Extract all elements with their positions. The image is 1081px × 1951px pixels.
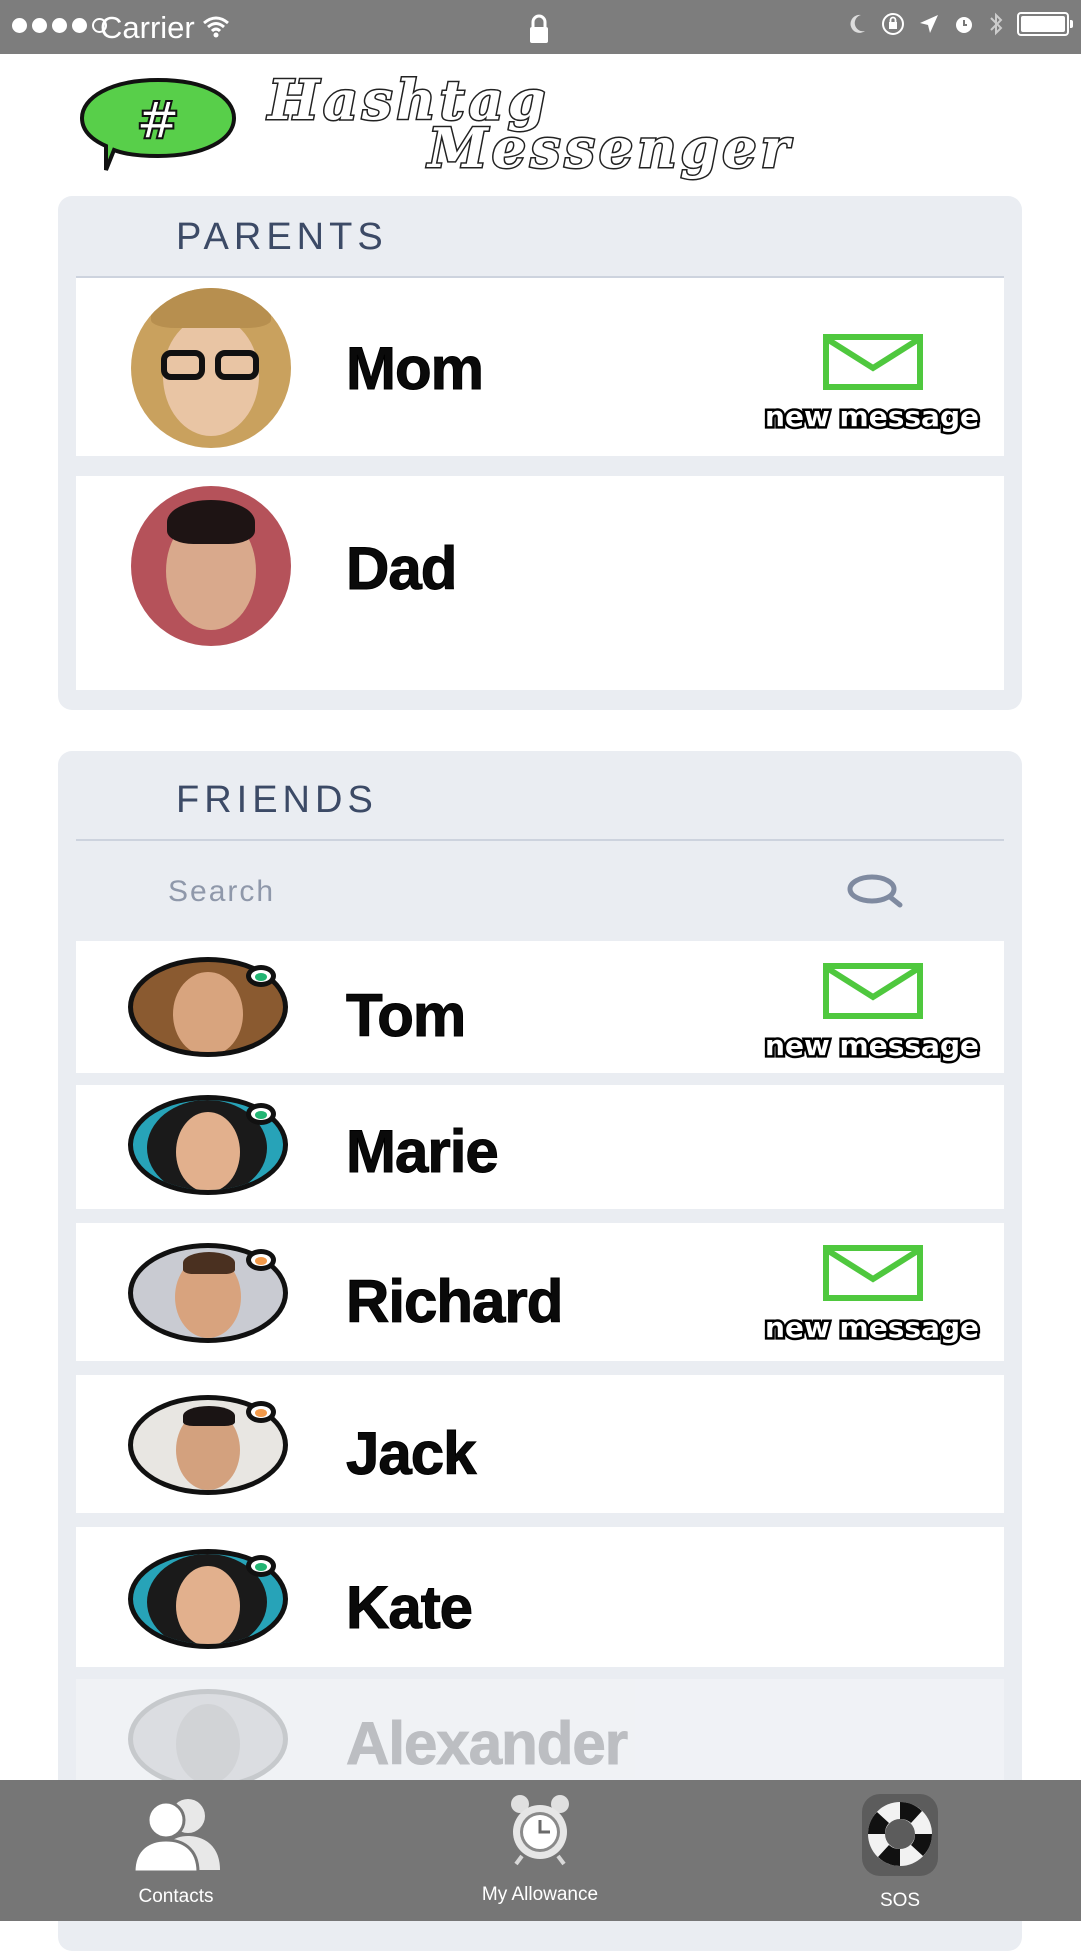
avatar	[131, 486, 291, 646]
tab-bar: Contacts My Allowance SOS	[0, 1780, 1081, 1921]
tab-contacts[interactable]: Contacts	[26, 1780, 326, 1921]
contact-row-dad[interactable]: Dad	[76, 476, 1004, 690]
wifi-icon	[203, 16, 229, 38]
status-dot-fill	[255, 1409, 267, 1417]
tab-label: Contacts	[138, 1886, 214, 1907]
new-message-label: new message	[763, 1027, 982, 1065]
away-status-dot	[246, 1401, 276, 1423]
logo-title-line2: Messenger	[426, 115, 794, 182]
friends-section: FRIENDS Tom new message Marie	[58, 751, 1022, 1951]
search-bar	[76, 843, 1004, 939]
hashtag-bubble-icon: #	[79, 77, 237, 171]
new-message-indicator[interactable]: new message	[762, 963, 982, 1073]
logo-hashtag-symbol: #	[136, 91, 180, 151]
contacts-icon	[132, 1799, 220, 1872]
online-status-dot	[246, 1555, 276, 1577]
contact-name: Tom	[345, 982, 466, 1050]
contact-row-jack[interactable]: Jack	[76, 1375, 1004, 1513]
section-divider	[76, 839, 1004, 841]
contact-name: Jack	[345, 1420, 476, 1488]
contact-name: Kate	[345, 1574, 473, 1642]
alarm-icon	[956, 17, 972, 33]
envelope-icon	[823, 1245, 923, 1301]
parents-section: PARENTS Mom new message Dad	[58, 196, 1022, 710]
carrier-label: Carrier	[100, 10, 195, 45]
tab-sos[interactable]: SOS	[750, 1780, 1050, 1921]
lifebuoy-icon	[862, 1794, 938, 1876]
section-title-friends: FRIENDS	[176, 779, 378, 821]
battery-icon	[1017, 12, 1073, 36]
envelope-icon	[823, 963, 923, 1019]
avatar	[128, 1689, 288, 1789]
rotation-lock-icon	[882, 13, 904, 35]
online-status-dot	[246, 1103, 276, 1125]
contact-name: Dad	[345, 535, 457, 603]
tab-my-allowance[interactable]: My Allowance	[390, 1780, 690, 1921]
signal-strength-icon	[12, 18, 107, 33]
new-message-indicator[interactable]: new message	[762, 334, 982, 444]
search-input[interactable]	[166, 871, 770, 913]
contact-row-mom[interactable]: Mom new message	[76, 278, 1004, 456]
contact-row-kate[interactable]: Kate	[76, 1527, 1004, 1667]
contact-name: Marie	[346, 1118, 500, 1186]
contact-name: Mom	[346, 335, 485, 403]
status-bar: Carrier	[0, 0, 1081, 54]
tab-label: SOS	[879, 1890, 921, 1911]
avatar	[131, 288, 291, 448]
status-dot-fill	[255, 1563, 267, 1571]
app-logo: # Hashtag Messenger	[78, 67, 1008, 182]
alarm-clock-icon	[511, 1795, 569, 1866]
new-message-label: new message	[763, 398, 982, 436]
envelope-icon	[823, 334, 923, 390]
contact-row-marie[interactable]: Marie	[76, 1085, 1004, 1209]
search-icon[interactable]	[846, 873, 904, 909]
tab-label: My Allowance	[481, 1884, 599, 1905]
status-dot-fill	[255, 1111, 267, 1119]
contact-name: Alexander	[345, 1710, 628, 1778]
orientation-lock-icon	[530, 14, 548, 43]
status-dot-fill	[255, 973, 267, 981]
away-status-dot	[246, 1249, 276, 1271]
bluetooth-icon	[990, 12, 1003, 36]
location-arrow-icon	[920, 15, 938, 33]
status-dot-fill	[255, 1257, 267, 1265]
contact-row-tom[interactable]: Tom new message	[76, 941, 1004, 1073]
new-message-label: new message	[763, 1309, 982, 1347]
section-title-parents: PARENTS	[176, 216, 388, 258]
moon-icon	[850, 14, 865, 33]
new-message-indicator[interactable]: new message	[762, 1245, 982, 1355]
contact-row-richard[interactable]: Richard new message	[76, 1223, 1004, 1361]
online-status-dot	[246, 965, 276, 987]
contact-name: Richard	[345, 1268, 563, 1336]
